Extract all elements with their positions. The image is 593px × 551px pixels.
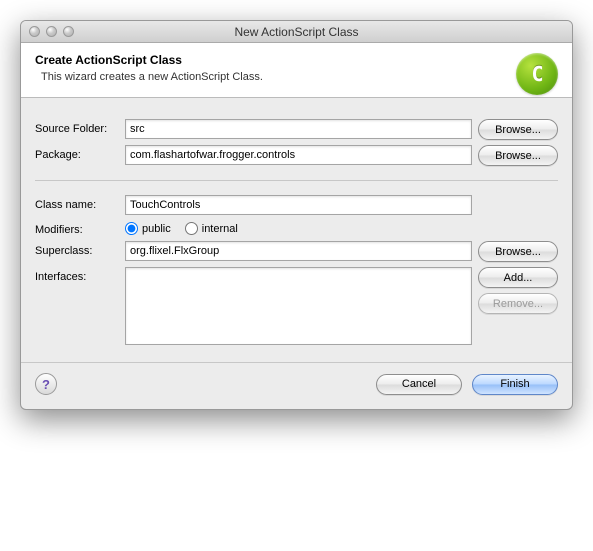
- package-browse-button[interactable]: Browse...: [478, 145, 558, 166]
- class-icon: C: [516, 53, 558, 95]
- source-folder-label: Source Folder:: [35, 119, 125, 135]
- superclass-input[interactable]: [125, 241, 472, 261]
- minimize-icon[interactable]: [46, 26, 57, 37]
- window-title: New ActionScript Class: [21, 25, 572, 39]
- help-button[interactable]: ?: [35, 373, 57, 395]
- modifier-internal-radio[interactable]: [185, 222, 198, 235]
- zoom-icon[interactable]: [63, 26, 74, 37]
- wizard-banner: Create ActionScript Class This wizard cr…: [21, 43, 572, 98]
- banner-description: This wizard creates a new ActionScript C…: [35, 71, 558, 83]
- superclass-browse-button[interactable]: Browse...: [478, 241, 558, 262]
- superclass-label: Superclass:: [35, 241, 125, 257]
- package-label: Package:: [35, 145, 125, 161]
- modifier-public-option[interactable]: public: [125, 222, 171, 235]
- cancel-button[interactable]: Cancel: [376, 374, 462, 395]
- form-content: Source Folder: Browse... Package: Browse…: [21, 98, 572, 362]
- source-folder-input[interactable]: [125, 119, 472, 139]
- class-name-label: Class name:: [35, 195, 125, 211]
- dialog-footer: ? Cancel Finish: [21, 362, 572, 409]
- close-icon[interactable]: [29, 26, 40, 37]
- class-name-input[interactable]: [125, 195, 472, 215]
- modifiers-label: Modifiers:: [35, 220, 125, 236]
- interfaces-input[interactable]: [125, 267, 472, 345]
- modifier-internal-option[interactable]: internal: [185, 222, 238, 235]
- banner-heading: Create ActionScript Class: [35, 53, 558, 67]
- interfaces-label: Interfaces:: [35, 267, 125, 283]
- modifier-public-radio[interactable]: [125, 222, 138, 235]
- interfaces-remove-button[interactable]: Remove...: [478, 293, 558, 314]
- interfaces-add-button[interactable]: Add...: [478, 267, 558, 288]
- window-controls: [21, 26, 74, 37]
- finish-button[interactable]: Finish: [472, 374, 558, 395]
- source-folder-browse-button[interactable]: Browse...: [478, 119, 558, 140]
- titlebar: New ActionScript Class: [21, 21, 572, 43]
- dialog-window: New ActionScript Class Create ActionScri…: [20, 20, 573, 410]
- package-input[interactable]: [125, 145, 472, 165]
- separator: [35, 180, 558, 181]
